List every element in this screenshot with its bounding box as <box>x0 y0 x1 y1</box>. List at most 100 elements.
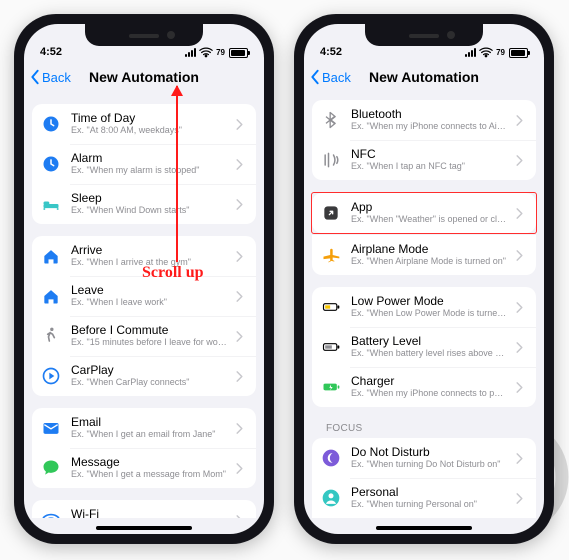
trigger-low-power[interactable]: Low Power ModeEx. "When Low Power Mode i… <box>312 287 536 327</box>
battery-level-icon <box>320 336 342 358</box>
trigger-list[interactable]: BluetoothEx. "When my iPhone connects to… <box>304 94 544 518</box>
chevron-right-icon <box>516 382 526 393</box>
status-time: 4:52 <box>40 46 62 58</box>
chevron-right-icon <box>236 251 246 262</box>
chevron-right-icon <box>236 199 246 210</box>
trigger-sleep[interactable]: SleepEx. "When Wind Down starts" <box>32 184 256 224</box>
trigger-personal[interactable]: PersonalEx. "When turning Personal on" <box>312 478 536 518</box>
trigger-list[interactable]: Time of DayEx. "At 8:00 AM, weekdays" Al… <box>24 94 264 518</box>
chevron-right-icon <box>236 423 246 434</box>
back-button[interactable]: Back <box>310 60 351 94</box>
battery-percent: 79 <box>496 48 505 57</box>
trigger-airplane-mode[interactable]: Airplane ModeEx. "When Airplane Mode is … <box>312 235 536 275</box>
row-title: Email <box>71 416 227 430</box>
row-subtitle: Ex. "When CarPlay connects" <box>71 378 227 388</box>
row-title: Sleep <box>71 192 227 206</box>
trigger-battery-level[interactable]: Battery LevelEx. "When battery level ris… <box>312 327 536 367</box>
home-indicator[interactable] <box>96 526 192 530</box>
nav-bar: Back New Automation <box>304 60 544 94</box>
row-title: App <box>351 201 507 215</box>
row-title: Before I Commute <box>71 324 227 338</box>
notch <box>85 24 203 46</box>
chevron-right-icon <box>236 331 246 342</box>
trigger-before-commute[interactable]: Before I CommuteEx. "15 minutes before I… <box>32 316 256 356</box>
trigger-bluetooth[interactable]: BluetoothEx. "When my iPhone connects to… <box>312 100 536 140</box>
chevron-right-icon <box>516 453 526 464</box>
nfc-icon <box>320 149 342 171</box>
phone-screen-right: 4:52 79 Back New Automation <box>304 24 544 534</box>
airplane-icon <box>320 244 342 266</box>
row-title: Charger <box>351 375 507 389</box>
section-header-focus: FOCUS <box>312 419 536 436</box>
chevron-right-icon <box>516 493 526 504</box>
row-subtitle: Ex. "When my alarm is stopped" <box>71 166 227 176</box>
nav-bar: Back New Automation <box>24 60 264 94</box>
row-title: Personal <box>351 486 507 500</box>
row-subtitle: Ex. "When I leave work" <box>71 298 227 308</box>
back-label: Back <box>42 70 71 85</box>
trigger-carplay[interactable]: CarPlayEx. "When CarPlay connects" <box>32 356 256 396</box>
app-icon <box>320 202 342 224</box>
row-title: Bluetooth <box>351 108 507 122</box>
row-subtitle: Ex. "When "Weather" is opened or closed" <box>351 215 507 225</box>
chevron-right-icon <box>516 155 526 166</box>
row-title: CarPlay <box>71 364 227 378</box>
row-title: Arrive <box>71 244 227 258</box>
row-title: Alarm <box>71 152 227 166</box>
row-subtitle: Ex. "When my iPhone connects to AirPods" <box>351 122 507 132</box>
row-subtitle: Ex. "When Airplane Mode is turned on" <box>351 257 507 267</box>
row-subtitle: Ex. "When battery level rises above 50%" <box>351 349 507 359</box>
status-time: 4:52 <box>320 46 342 58</box>
walk-icon <box>40 325 62 347</box>
row-subtitle: Ex. "When I get an email from Jane" <box>71 430 227 440</box>
wifi-icon <box>479 47 493 58</box>
trigger-time-of-day[interactable]: Time of DayEx. "At 8:00 AM, weekdays" <box>32 104 256 144</box>
trigger-nfc[interactable]: NFCEx. "When I tap an NFC tag" <box>312 140 536 180</box>
chevron-right-icon <box>516 342 526 353</box>
wifi-icon <box>40 509 62 518</box>
row-subtitle: Ex. "When my iPhone connects to power" <box>351 389 507 399</box>
chevron-right-icon <box>516 302 526 313</box>
charger-icon <box>320 376 342 398</box>
row-subtitle: Ex. "When turning Do Not Disturb on" <box>351 460 507 470</box>
home-indicator[interactable] <box>376 526 472 530</box>
battery-icon <box>509 48 528 58</box>
phone-screen-left: 4:52 79 Back New Automation <box>24 24 264 534</box>
row-subtitle: Ex. "When Wind Down starts" <box>71 206 227 216</box>
row-subtitle: Ex. "When Low Power Mode is turned off" <box>351 309 507 319</box>
battery-icon <box>229 48 248 58</box>
wifi-icon <box>199 47 213 58</box>
trigger-charger[interactable]: ChargerEx. "When my iPhone connects to p… <box>312 367 536 407</box>
battery-low-power-icon <box>320 296 342 318</box>
row-subtitle: Ex. "When I tap an NFC tag" <box>351 162 507 172</box>
trigger-app[interactable]: AppEx. "When "Weather" is opened or clos… <box>312 193 536 233</box>
moon-icon <box>320 447 342 469</box>
row-subtitle: Ex. "At 8:00 AM, weekdays" <box>71 126 227 136</box>
row-title: Battery Level <box>351 335 507 349</box>
trigger-email[interactable]: EmailEx. "When I get an email from Jane" <box>32 408 256 448</box>
page-title: New Automation <box>89 69 199 85</box>
row-title: Low Power Mode <box>351 295 507 309</box>
row-title: Message <box>71 456 227 470</box>
bluetooth-icon <box>320 109 342 131</box>
trigger-message[interactable]: MessageEx. "When I get a message from Mo… <box>32 448 256 488</box>
trigger-wifi[interactable]: Wi-FiEx. "When my iPhone joins home Wi-F… <box>32 500 256 518</box>
chevron-right-icon <box>236 463 246 474</box>
chevron-right-icon <box>236 159 246 170</box>
house-leave-icon <box>40 285 62 307</box>
chevron-right-icon <box>236 515 246 519</box>
back-button[interactable]: Back <box>30 60 71 94</box>
annotation-scroll-label: Scroll up <box>142 264 204 282</box>
annotation-highlight-box: AppEx. "When "Weather" is opened or clos… <box>311 192 537 234</box>
row-title: Do Not Disturb <box>351 446 507 460</box>
trigger-leave[interactable]: LeaveEx. "When I leave work" <box>32 276 256 316</box>
trigger-alarm[interactable]: AlarmEx. "When my alarm is stopped" <box>32 144 256 184</box>
mail-icon <box>40 417 62 439</box>
back-label: Back <box>322 70 351 85</box>
cellular-icon <box>465 48 476 57</box>
row-title: Time of Day <box>71 112 227 126</box>
chevron-right-icon <box>236 119 246 130</box>
trigger-dnd[interactable]: Do Not DisturbEx. "When turning Do Not D… <box>312 438 536 478</box>
clock-icon <box>40 153 62 175</box>
person-icon <box>320 487 342 509</box>
